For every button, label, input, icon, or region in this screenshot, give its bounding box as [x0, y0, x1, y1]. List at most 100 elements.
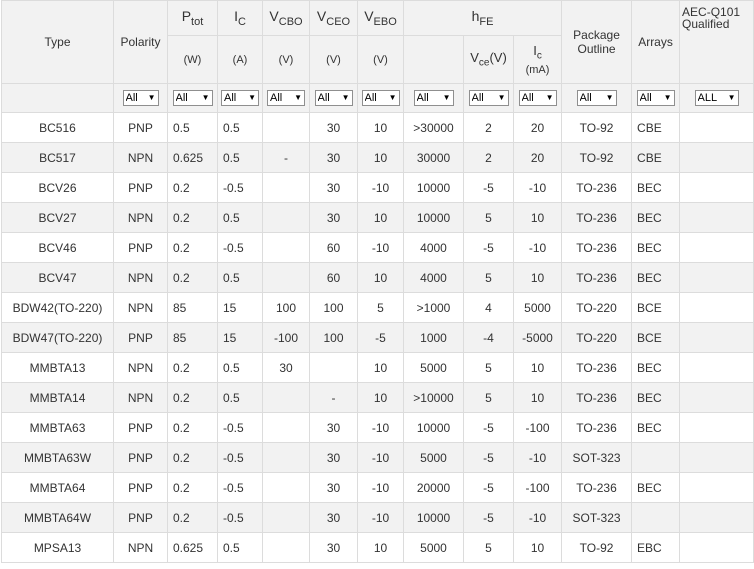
cell-vebo: 10 — [357, 262, 404, 293]
cell-icm: 20 — [512, 142, 563, 173]
column-header-package-outline: Package Outline — [561, 0, 633, 84]
cell-vebo: -10 — [357, 412, 404, 443]
cell-package: TO-236 — [561, 352, 633, 383]
cell-type[interactable]: MMBTA14 — [1, 382, 114, 413]
cell-vce: -5 — [463, 232, 514, 263]
vceo-filter-select[interactable]: All ▼ — [314, 90, 353, 106]
cell-type[interactable]: BCV26 — [1, 172, 114, 203]
cell-type[interactable]: MMBTA64 — [1, 472, 114, 503]
cell-vcbo — [262, 532, 310, 563]
cell-vcbo — [262, 172, 310, 203]
vce-filter-select[interactable]: All ▼ — [468, 90, 509, 106]
cell-vceo: 30 — [309, 112, 358, 143]
cell-vce: -5 — [463, 172, 514, 203]
ic-filter-select[interactable]: All ▼ — [221, 90, 259, 106]
filter-cell-vceo: All ▼ — [309, 83, 358, 113]
cell-hfe: >1000 — [403, 292, 464, 323]
package-filter-select[interactable]: All ▼ — [576, 90, 617, 106]
cell-type[interactable]: BCV47 — [1, 262, 114, 293]
cell-ic: -0.5 — [217, 442, 263, 473]
cell-type[interactable]: MMBTA64W — [1, 502, 114, 533]
table-row: MPSA13 NPN 0.625 0.5 30 10 5000 5 10 TO-… — [1, 532, 754, 563]
cell-hfe: 20000 — [403, 472, 464, 503]
cell-polarity: PNP — [113, 442, 168, 473]
cell-ptot: 0.2 — [167, 502, 218, 533]
cell-type[interactable]: MMBTA63W — [1, 442, 114, 473]
chevron-down-icon: ▼ — [201, 93, 210, 102]
filter-cell-vebo: All ▼ — [357, 83, 404, 113]
cell-type[interactable]: BC516 — [1, 112, 114, 143]
cell-vcbo — [262, 412, 310, 443]
cell-type[interactable]: BCV27 — [1, 202, 114, 233]
cell-type[interactable]: MMBTA13 — [1, 352, 114, 383]
filter-cell-ptot: All ▼ — [167, 83, 218, 113]
arrays-filter-select[interactable]: All ▼ — [636, 90, 675, 106]
cell-type[interactable]: BCV46 — [1, 232, 114, 263]
cell-aec — [679, 352, 754, 383]
filter-cell-vce: All ▼ — [463, 83, 514, 113]
table-row: BCV47 NPN 0.2 0.5 60 10 4000 5 10 TO-236… — [1, 262, 754, 293]
cell-vcbo — [262, 202, 310, 233]
cell-vceo: 30 — [309, 472, 358, 503]
cell-vcbo — [262, 112, 310, 143]
cell-package: TO-236 — [561, 412, 633, 443]
cell-ptot: 0.2 — [167, 382, 218, 413]
cell-vceo: 100 — [309, 292, 358, 323]
cell-type[interactable]: BDW42(TO-220) — [1, 292, 114, 323]
ptot-filter-select[interactable]: All ▼ — [172, 90, 213, 106]
cell-ic: 15 — [217, 292, 263, 323]
cell-vebo: -10 — [357, 232, 404, 263]
cell-icm: 10 — [512, 202, 563, 233]
filter-cell-ic: All ▼ — [217, 83, 263, 113]
cell-type[interactable]: MMBTA63 — [1, 412, 114, 443]
cell-aec — [679, 142, 754, 173]
cell-icm: -10 — [512, 502, 563, 533]
cell-vceo: 30 — [309, 442, 358, 473]
table-row: BCV27 NPN 0.2 0.5 30 10 10000 5 10 TO-23… — [1, 202, 754, 233]
table-row: BC517 NPN 0.625 0.5 - 30 10 30000 2 20 T… — [1, 142, 754, 173]
cell-package: TO-92 — [561, 142, 633, 173]
cell-vce: 5 — [463, 262, 514, 293]
cell-polarity: PNP — [113, 172, 168, 203]
chevron-down-icon: ▼ — [341, 93, 350, 102]
cell-icm: -10 — [512, 232, 563, 263]
vcbo-filter-select[interactable]: All ▼ — [267, 90, 305, 106]
column-header-vebo: VEBO — [357, 0, 404, 36]
cell-type[interactable]: MPSA13 — [1, 532, 114, 563]
cell-vebo: 10 — [357, 382, 404, 413]
cell-hfe: 10000 — [403, 202, 464, 233]
filter-cell-polarity: All ▼ — [113, 83, 168, 113]
cell-package: SOT-323 — [561, 442, 633, 473]
filter-cell-vcbo: All ▼ — [262, 83, 310, 113]
cell-ptot: 0.2 — [167, 202, 218, 233]
cell-type[interactable]: BC517 — [1, 142, 114, 173]
cell-package: SOT-323 — [561, 502, 633, 533]
cell-vce: 5 — [463, 352, 514, 383]
polarity-filter-select[interactable]: All ▼ — [122, 90, 159, 106]
cell-ic: 0.5 — [217, 352, 263, 383]
vebo-filter-select[interactable]: All ▼ — [361, 90, 400, 106]
cell-ptot: 85 — [167, 292, 218, 323]
cell-vce: -5 — [463, 412, 514, 443]
table-row: BC516 PNP 0.5 0.5 30 10 >30000 2 20 TO-9… — [1, 112, 754, 143]
cell-polarity: NPN — [113, 292, 168, 323]
icm-filter-select[interactable]: All ▼ — [518, 90, 557, 106]
cell-icm: 10 — [512, 532, 563, 563]
cell-ic: 15 — [217, 322, 263, 353]
cell-hfe: 1000 — [403, 322, 464, 353]
column-header-icm: Ic (mA) — [512, 35, 563, 84]
cell-arrays: BEC — [631, 412, 681, 443]
cell-vcbo — [262, 472, 310, 503]
aec-filter-select[interactable]: ALL ▼ — [694, 90, 739, 106]
cell-hfe: 10000 — [403, 502, 464, 533]
cell-icm: -5000 — [512, 322, 563, 353]
unit-ic: (A) — [217, 35, 263, 84]
cell-aec — [679, 382, 754, 413]
unit-vceo: (V) — [309, 35, 358, 84]
cell-vce: 4 — [463, 292, 514, 323]
hfe-filter-select[interactable]: All ▼ — [413, 90, 454, 106]
cell-ptot: 85 — [167, 322, 218, 353]
cell-hfe: 5000 — [403, 442, 464, 473]
cell-aec — [679, 472, 754, 503]
cell-type[interactable]: BDW47(TO-220) — [1, 322, 114, 353]
